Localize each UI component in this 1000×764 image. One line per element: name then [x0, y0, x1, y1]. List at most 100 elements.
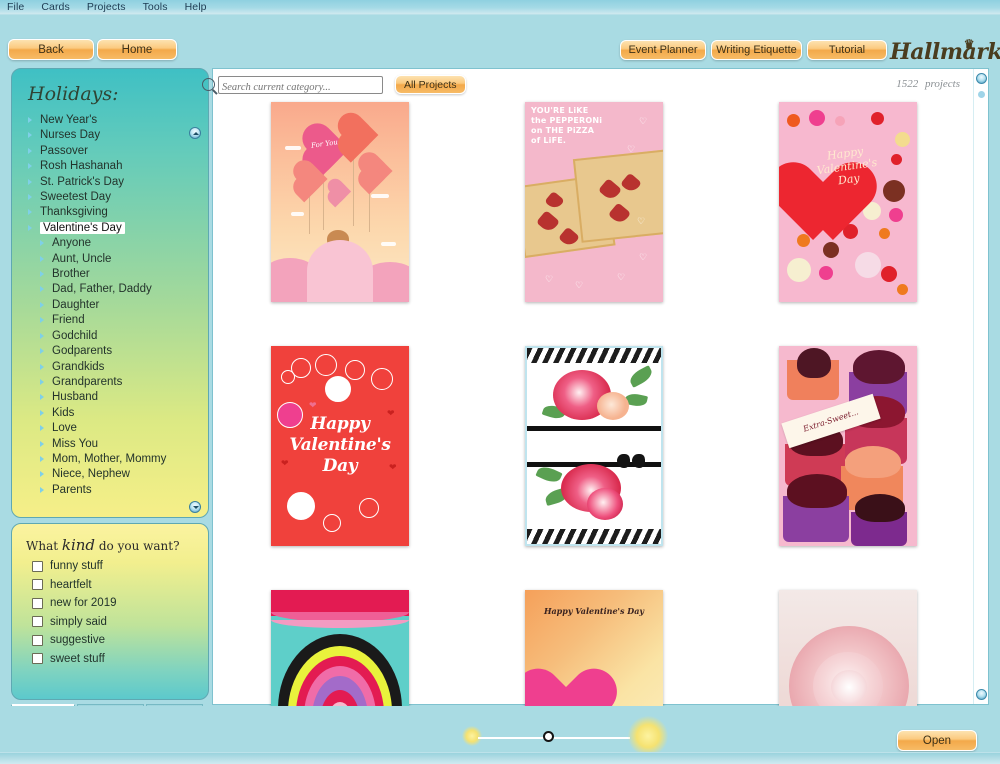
- checkbox[interactable]: [32, 597, 43, 609]
- sidebar-item-friend[interactable]: Friend: [26, 313, 202, 328]
- scrollbar-thumb[interactable]: [978, 91, 985, 98]
- sidebar-item-valentine-s-day[interactable]: Valentine's Day: [26, 221, 202, 236]
- menu-item-file[interactable]: File: [7, 1, 24, 13]
- chevron-right-icon: [40, 409, 44, 416]
- open-button[interactable]: Open: [897, 730, 977, 751]
- search-bar: All Projects: [202, 75, 466, 95]
- kind-option-label: funny stuff: [50, 560, 103, 572]
- sidebar-item-niece-nephew[interactable]: Niece, Nephew: [26, 467, 202, 482]
- sidebar-item-miss-you[interactable]: Miss You: [26, 437, 202, 452]
- sidebar-item-label: Thanksgiving: [40, 206, 108, 219]
- kind-option-heartfelt[interactable]: heartfelt: [32, 579, 208, 591]
- card-rose-photo[interactable]: [779, 590, 917, 706]
- sidebar-item-aunt-uncle[interactable]: Aunt, Uncle: [26, 252, 202, 267]
- sidebar-item-mom-mother-mommy[interactable]: Mom, Mother, Mommy: [26, 452, 202, 467]
- card-heart-flowers[interactable]: Happy Valentine's Day: [779, 102, 917, 302]
- sidebar-item-love[interactable]: Love: [26, 421, 202, 436]
- checkbox[interactable]: [32, 560, 43, 572]
- sidebar-item-godparents[interactable]: Godparents: [26, 344, 202, 359]
- sidebar-item-grandparents[interactable]: Grandparents: [26, 375, 202, 390]
- sidebar-item-kids[interactable]: Kids: [26, 406, 202, 421]
- sidebar-item-parents[interactable]: Parents: [26, 483, 202, 498]
- content-scrollbar[interactable]: [973, 69, 988, 704]
- event-planner-button[interactable]: Event Planner: [620, 40, 706, 60]
- sidebar: Holidays: New Year's Nurses Day Passover Ro…: [11, 68, 209, 729]
- ribbon-bow-icon: [617, 454, 645, 468]
- card-cell: For You: [213, 97, 467, 341]
- checkbox[interactable]: [32, 579, 43, 590]
- card-cell: YOU'RE LiKE the PEPPERONi on THE PiZZA o…: [467, 97, 721, 341]
- sidebar-item-sweetest-day[interactable]: Sweetest Day: [26, 190, 202, 205]
- holidays-scroll-down-icon[interactable]: [189, 501, 201, 513]
- chevron-right-icon: [28, 194, 32, 201]
- card-grid: For You YOU'RE LiKE the PEPPERONi on THE…: [213, 97, 975, 706]
- zoom-slider-knob[interactable]: [543, 731, 554, 742]
- zoom-slider-track[interactable]: [478, 737, 630, 739]
- card-cell: Happy Valentine's Day: [721, 97, 975, 341]
- card-ornate-heart[interactable]: Happy Valentine's Day With a wish for a …: [525, 590, 663, 706]
- search-box[interactable]: [202, 75, 383, 95]
- sidebar-item-label: Husband: [52, 391, 99, 404]
- zoom-slider[interactable]: [470, 731, 640, 744]
- card-red-happy-valentines[interactable]: ❤ ❤ ❤ ❤ ❤ Happy Valentine's Day: [271, 346, 409, 546]
- chevron-right-icon: [28, 224, 32, 231]
- sidebar-item-nurses-day[interactable]: Nurses Day: [26, 128, 202, 143]
- sidebar-item-godchild[interactable]: Godchild: [26, 329, 202, 344]
- card-layered-hearts[interactable]: [271, 590, 409, 706]
- kind-option-new-for-2019[interactable]: new for 2019: [32, 597, 208, 609]
- tutorial-button[interactable]: Tutorial: [807, 40, 887, 60]
- sidebar-item-brother[interactable]: Brother: [26, 267, 202, 282]
- menu-item-help[interactable]: Help: [185, 1, 207, 13]
- holidays-panel: Holidays: New Year's Nurses Day Passover Ro…: [11, 68, 209, 518]
- sidebar-item-anyone[interactable]: Anyone: [26, 236, 202, 251]
- chevron-right-icon: [40, 317, 44, 324]
- sidebar-item-grandkids[interactable]: Grandkids: [26, 360, 202, 375]
- kind-option-sweet-stuff[interactable]: sweet stuff: [32, 653, 208, 665]
- checkbox[interactable]: [32, 653, 43, 664]
- back-button[interactable]: Back: [8, 39, 94, 60]
- search-input[interactable]: [222, 79, 382, 95]
- kind-option-funny-stuff[interactable]: funny stuff: [32, 560, 208, 572]
- sidebar-item-rosh-hashanah[interactable]: Rosh Hashanah: [26, 159, 202, 174]
- sidebar-item-passover[interactable]: Passover: [26, 144, 202, 159]
- menu-bar: File Cards Projects Tools Help: [0, 0, 1000, 15]
- menu-item-projects[interactable]: Projects: [87, 1, 126, 13]
- chevron-right-icon: [40, 486, 44, 493]
- menu-item-cards[interactable]: Cards: [41, 1, 70, 13]
- home-button[interactable]: Home: [97, 39, 177, 60]
- writing-etiquette-button[interactable]: Writing Etiquette: [711, 40, 802, 60]
- chevron-right-icon: [40, 240, 44, 247]
- kind-option-simply-said[interactable]: simply said: [32, 616, 208, 628]
- kind-title-prefix: What: [26, 539, 59, 553]
- kind-option-label: simply said: [50, 615, 107, 628]
- all-projects-button[interactable]: All Projects: [395, 75, 466, 94]
- sidebar-item-dad-father-daddy[interactable]: Dad, Father, Daddy: [26, 282, 202, 297]
- holidays-scroll-up-icon[interactable]: [189, 127, 201, 139]
- kind-option-suggestive[interactable]: suggestive: [32, 634, 208, 646]
- sidebar-item-label: Miss You: [52, 437, 99, 450]
- card-bear-balloons[interactable]: For You: [271, 102, 409, 302]
- sidebar-item-label: Brother: [52, 268, 90, 281]
- sidebar-item-daughter[interactable]: Daughter: [26, 298, 202, 313]
- menu-item-tools[interactable]: Tools: [143, 1, 168, 13]
- chevron-right-icon: [28, 163, 32, 170]
- kind-option-label: new for 2019: [50, 597, 117, 609]
- checkbox[interactable]: [32, 616, 43, 627]
- sidebar-item-new-year-s[interactable]: New Year's: [26, 113, 202, 128]
- sidebar-item-label: Sweetest Day: [40, 191, 111, 204]
- card-roses-stripes[interactable]: [525, 346, 663, 546]
- sidebar-item-st-patrick-s-day[interactable]: St. Patrick's Day: [26, 175, 202, 190]
- sidebar-item-husband[interactable]: Husband: [26, 390, 202, 405]
- sun-large-icon[interactable]: [628, 716, 668, 756]
- kind-title-suffix: do you want?: [98, 539, 180, 553]
- scroll-down-icon[interactable]: [976, 689, 987, 700]
- chevron-right-icon: [28, 209, 32, 216]
- checkbox[interactable]: [32, 634, 43, 646]
- card-cell: ❤ ❤ ❤ ❤ ❤ Happy Valentine's Day: [213, 341, 467, 585]
- card-chocolates[interactable]: Extra-Sweet...: [779, 346, 917, 546]
- sidebar-item-thanksgiving[interactable]: Thanksgiving: [26, 205, 202, 220]
- chevron-right-icon: [40, 286, 44, 293]
- scroll-up-icon[interactable]: [976, 73, 987, 84]
- card-pepperoni-pizza[interactable]: YOU'RE LiKE the PEPPERONi on THE PiZZA o…: [525, 102, 663, 302]
- card-cell: [213, 585, 467, 706]
